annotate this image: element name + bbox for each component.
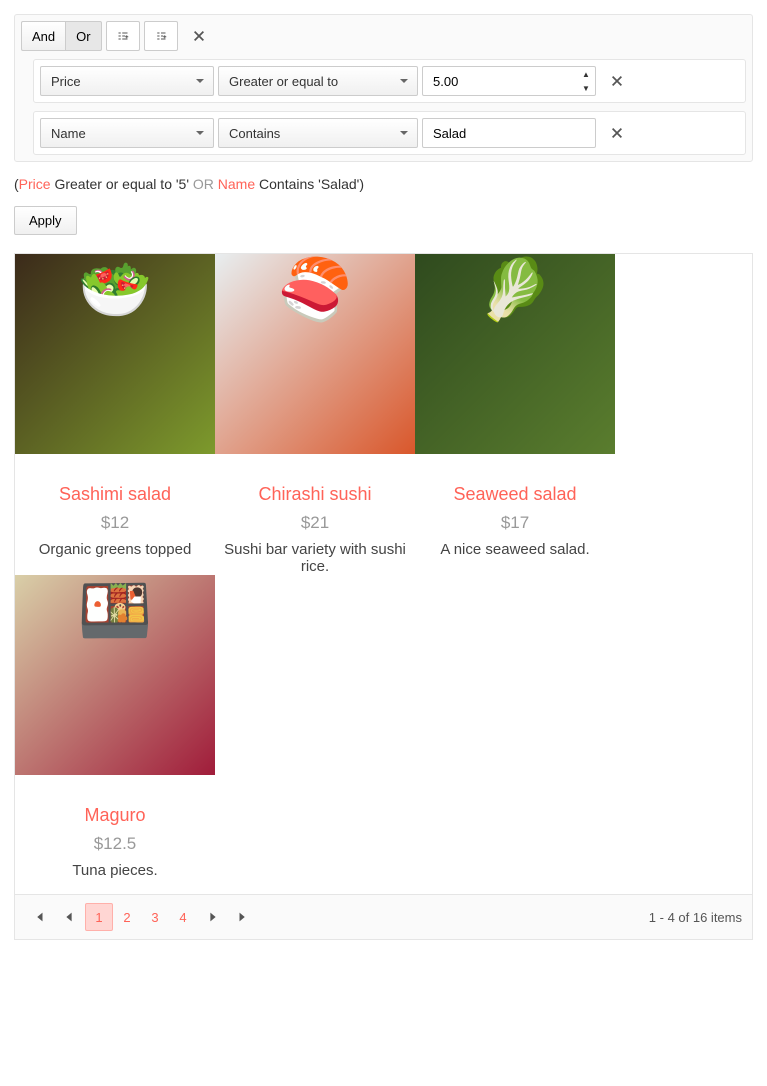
product-card[interactable]: 🥗 Sashimi salad $12 Organic greens toppe…: [15, 254, 215, 575]
add-group-button[interactable]: [144, 21, 178, 51]
or-button[interactable]: Or: [65, 21, 101, 51]
value-numeric-input[interactable]: [422, 66, 596, 96]
remove-rule-button[interactable]: [600, 66, 634, 96]
operator-dropdown-label: Contains: [218, 118, 418, 148]
product-price: $12.5: [15, 834, 215, 854]
pager-page-1[interactable]: 1: [85, 903, 113, 931]
product-card[interactable]: 🍣 Chirashi sushi $21 Sushi bar variety w…: [215, 254, 415, 575]
pager-buttons: 1234: [25, 903, 257, 931]
pager-page-2[interactable]: 2: [113, 903, 141, 931]
close-filter-button[interactable]: [182, 21, 216, 51]
product-image: 🍱: [15, 575, 215, 775]
filter-toolbar: And Or: [21, 21, 746, 51]
filter-rule: Price Greater or equal to ▲ ▼: [33, 59, 746, 103]
add-group-icon: [155, 29, 167, 43]
close-icon: [610, 74, 624, 88]
pager-first-button[interactable]: [25, 903, 53, 931]
expr-text: Greater or equal to '5': [51, 176, 193, 192]
expr-field: Name: [218, 176, 255, 192]
first-page-icon: [32, 910, 46, 924]
pager-prev-button[interactable]: [55, 903, 83, 931]
product-price: $12: [15, 513, 215, 533]
product-image: 🍣: [215, 254, 415, 454]
pager-page-4[interactable]: 4: [169, 903, 197, 931]
value-text-input[interactable]: [422, 118, 596, 148]
logic-group: And Or: [21, 21, 102, 51]
product-price: $17: [415, 513, 615, 533]
close-icon: [192, 29, 206, 43]
value-numeric-wrap: ▲ ▼: [422, 66, 596, 96]
listview[interactable]: 🥗 Sashimi salad $12 Organic greens toppe…: [15, 254, 752, 894]
field-dropdown[interactable]: Name: [40, 118, 214, 148]
filter-rule: Name Contains: [33, 111, 746, 155]
product-description: Organic greens topped: [15, 541, 215, 558]
spin-down-icon[interactable]: ▼: [577, 81, 595, 95]
pager-page-3[interactable]: 3: [141, 903, 169, 931]
filter-builder: And Or Price Greater or equal to ▲ ▼: [14, 14, 753, 162]
expression-preview: (Price Greater or equal to '5' OR Name C…: [14, 176, 753, 192]
next-page-icon: [206, 910, 220, 924]
field-dropdown-label: Name: [40, 118, 214, 148]
rules-container: Price Greater or equal to ▲ ▼ Name Cont: [33, 59, 746, 155]
and-button[interactable]: And: [21, 21, 65, 51]
expr-logic: OR: [193, 176, 214, 192]
pager-next-button[interactable]: [199, 903, 227, 931]
operator-dropdown[interactable]: Contains: [218, 118, 418, 148]
field-dropdown[interactable]: Price: [40, 66, 214, 96]
product-name: Seaweed salad: [415, 484, 615, 505]
pager-last-button[interactable]: [229, 903, 257, 931]
product-description: A nice seaweed salad.: [415, 541, 615, 558]
prev-page-icon: [62, 910, 76, 924]
operator-dropdown-label: Greater or equal to: [218, 66, 418, 96]
pager: 1234 1 - 4 of 16 items: [15, 894, 752, 939]
spin-up-icon[interactable]: ▲: [577, 67, 595, 81]
numeric-spinners: ▲ ▼: [577, 67, 595, 95]
add-expression-icon: [117, 29, 129, 43]
remove-rule-button[interactable]: [600, 118, 634, 148]
product-description: Tuna pieces.: [15, 862, 215, 879]
product-name: Sashimi salad: [15, 484, 215, 505]
apply-button[interactable]: Apply: [14, 206, 77, 235]
listview-container: 🥗 Sashimi salad $12 Organic greens toppe…: [14, 253, 753, 940]
product-image: 🥬: [415, 254, 615, 454]
expr-text: Contains 'Salad'): [255, 176, 364, 192]
product-price: $21: [215, 513, 415, 533]
last-page-icon: [236, 910, 250, 924]
product-description: Sushi bar variety with sushi rice.: [215, 541, 415, 575]
product-name: Chirashi sushi: [215, 484, 415, 505]
product-name: Maguro: [15, 805, 215, 826]
add-rule-button[interactable]: [106, 21, 140, 51]
product-image: 🥗: [15, 254, 215, 454]
operator-dropdown[interactable]: Greater or equal to: [218, 66, 418, 96]
field-dropdown-label: Price: [40, 66, 214, 96]
pager-info: 1 - 4 of 16 items: [649, 910, 742, 925]
product-card[interactable]: 🥬 Seaweed salad $17 A nice seaweed salad…: [415, 254, 615, 575]
expr-field: Price: [19, 176, 51, 192]
close-icon: [610, 126, 624, 140]
product-card[interactable]: 🍱 Maguro $12.5 Tuna pieces.: [15, 575, 215, 879]
